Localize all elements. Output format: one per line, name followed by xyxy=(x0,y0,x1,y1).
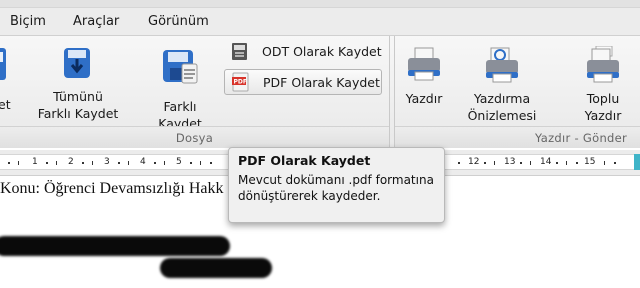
ruler-margin-marker[interactable] xyxy=(634,154,640,170)
ruler-tick xyxy=(154,162,156,164)
group-footer-dosya: Dosya xyxy=(0,126,389,148)
menu-gorunum[interactable]: Görünüm xyxy=(148,14,209,29)
save-as-button[interactable]: Farklı Kaydet xyxy=(150,46,210,131)
ruler-tick xyxy=(530,161,531,165)
group-label-yazdir-gonder: Yazdır - Gönder xyxy=(535,131,628,145)
save-all-icon xyxy=(64,48,90,78)
save-all-as-button[interactable]: Tümünü Farklı Kaydet xyxy=(36,46,120,126)
batch-print-icon xyxy=(587,46,619,83)
ruler-tick xyxy=(164,161,165,165)
menu-bicim[interactable]: Biçim xyxy=(10,14,46,29)
tooltip-save-as-pdf: PDF Olarak Kaydet Mevcut dokümanı .pdf f… xyxy=(228,147,445,223)
ruler-tick xyxy=(190,162,192,164)
ruler-number: 13 xyxy=(504,157,516,167)
ribbon-group-dosya: et Tümünü Farklı Kaydet Farklı Kaydet OD… xyxy=(0,36,390,148)
print-button[interactable]: Yazdır xyxy=(397,46,451,126)
odt-document-icon xyxy=(232,43,247,60)
ruler-number: 2 xyxy=(68,157,74,167)
group-label-dosya: Dosya xyxy=(175,131,214,145)
print-preview-icon xyxy=(486,47,518,83)
pdf-document-icon: PDF xyxy=(232,72,249,92)
menu-bar: Biçim Araçlar Görünüm xyxy=(0,0,640,36)
ruler-tick xyxy=(604,161,605,165)
ruler-tick xyxy=(200,161,201,165)
ruler-tick xyxy=(484,162,486,164)
print-preview-button[interactable]: Yazdırma Önizlemesi xyxy=(463,46,541,126)
ruler-tick xyxy=(128,161,129,165)
ruler-number: 15 xyxy=(584,157,596,167)
ruler-tick xyxy=(46,162,48,164)
ruler-tick xyxy=(82,162,84,164)
redacted-text-block xyxy=(160,258,272,278)
redacted-text-block xyxy=(0,236,230,256)
ruler-number: 4 xyxy=(140,157,146,167)
ruler-tick xyxy=(8,162,10,164)
ruler-tick xyxy=(56,161,57,165)
group-footer-yazdir: Yazdır - Gönder xyxy=(395,126,640,148)
tooltip-title: PDF Olarak Kaydet xyxy=(238,153,371,168)
ruler-tick xyxy=(556,162,558,164)
ruler-tick xyxy=(566,161,567,165)
ruler-number: 12 xyxy=(468,157,480,167)
ruler-tick xyxy=(210,162,212,164)
ruler-tick xyxy=(118,162,120,164)
tooltip-description: Mevcut dokümanı .pdf formatına dönüştüre… xyxy=(238,173,434,203)
svg-text:PDF: PDF xyxy=(234,79,247,86)
ruler-tick xyxy=(18,161,19,165)
ribbon-toolbar: et Tümünü Farklı Kaydet Farklı Kaydet OD… xyxy=(0,36,640,148)
ruler-tick xyxy=(576,162,578,164)
document-subject-line[interactable]: Konu: Öğrenci Devamsızlığı Hakk xyxy=(0,180,224,198)
ruler-tick xyxy=(92,161,93,165)
ruler-tick xyxy=(494,161,495,165)
ruler-number: 3 xyxy=(104,157,110,167)
ruler-number: 5 xyxy=(176,157,182,167)
ruler-number: 1 xyxy=(32,157,38,167)
ruler-tick xyxy=(520,162,522,164)
ribbon-group-yazdir-gonder: Yazdır Yazdırma Önizlemesi Toplu Yazdır … xyxy=(394,36,640,148)
ruler-tick xyxy=(458,162,460,164)
printer-icon xyxy=(408,47,440,81)
ruler-tick xyxy=(614,162,616,164)
batch-print-button[interactable]: Toplu Yazdır xyxy=(575,46,631,126)
save-as-icon xyxy=(163,50,198,84)
window-top-edge xyxy=(0,0,640,8)
save-button[interactable]: et xyxy=(0,46,26,126)
save-as-odt-button[interactable]: ODT Olarak Kaydet xyxy=(224,38,384,64)
save-as-pdf-button[interactable]: PDF PDF Olarak Kaydet xyxy=(224,69,382,95)
menu-araclar[interactable]: Araçlar xyxy=(73,14,119,29)
save-icon xyxy=(0,48,6,80)
ruler-number: 14 xyxy=(540,157,552,167)
